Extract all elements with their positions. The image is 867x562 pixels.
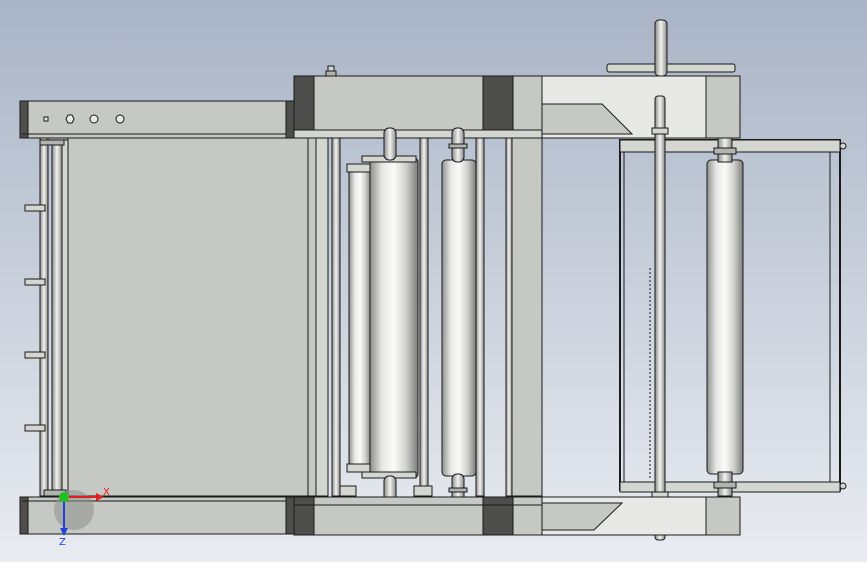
left-bracket-2	[24, 278, 46, 286]
left-bracket-1	[24, 204, 46, 212]
left-frame[interactable]	[19, 100, 309, 535]
middle-top-plate-left	[293, 75, 315, 139]
left-side-rod-1	[39, 137, 49, 497]
rail-hole-round-1	[89, 114, 99, 124]
lead-screw-shaft[interactable]	[654, 95, 666, 541]
middle-bottom-plate-right	[482, 496, 514, 536]
right-top-bracket-end	[705, 75, 741, 139]
middle-rod-collar-1	[339, 485, 357, 497]
rail-hole-hex	[65, 114, 75, 124]
middle-bottom-plate-left	[293, 496, 315, 536]
middle-top-lip	[293, 129, 543, 139]
right-roller-nut-bottom	[713, 481, 737, 489]
rail-hole-round-2	[115, 114, 125, 124]
middle-rod-1	[331, 137, 341, 497]
handwheel-shaft[interactable]	[654, 19, 668, 77]
top-bolt-head	[325, 70, 337, 77]
handwheel-disc[interactable]	[606, 63, 736, 73]
left-top-rail-endcap	[19, 100, 29, 139]
secondary-roller-ring-bottom	[448, 487, 468, 493]
middle-top-plate-right	[482, 75, 514, 139]
rail-hole-square	[43, 116, 49, 122]
left-bottom-rail-endcap	[19, 496, 29, 535]
left-side-rod-3	[61, 139, 69, 497]
left-top-collar	[39, 139, 65, 146]
main-roller[interactable]	[369, 157, 419, 479]
main-roller-shaft-top	[383, 127, 397, 161]
middle-guide-rod	[505, 137, 513, 497]
triad-y-axis-dot	[59, 492, 69, 502]
middle-rod-collar-2	[413, 485, 433, 497]
right-roller[interactable]	[706, 159, 744, 475]
secondary-roller[interactable]	[441, 159, 477, 477]
left-top-rail[interactable]	[21, 100, 291, 139]
middle-rod-3	[475, 137, 485, 497]
right-roller-nut-top	[713, 147, 737, 155]
left-side-rod-2	[51, 139, 63, 497]
secondary-roller-ring-top	[448, 143, 468, 149]
lead-screw-collar-top	[651, 127, 669, 135]
left-base-plate[interactable]	[67, 137, 309, 497]
middle-side-wall-right	[511, 137, 543, 497]
right-frame-knob-top	[839, 142, 847, 150]
small-roller-left[interactable]	[348, 167, 372, 469]
middle-side-wall-left	[307, 137, 317, 497]
middle-side-wall-left-inner	[315, 137, 329, 497]
triad-z-label: Z	[59, 537, 66, 548]
left-bracket-4	[24, 424, 46, 432]
cad-viewport[interactable]: X Z	[0, 0, 867, 562]
right-frame-knob-bottom	[839, 482, 847, 490]
left-bracket-3	[24, 351, 46, 359]
right-bottom-bracket-end	[705, 496, 741, 536]
cad-canvas[interactable]: X Z	[0, 0, 867, 562]
middle-rod-2	[419, 137, 429, 497]
triad-x-label: X	[103, 487, 110, 498]
